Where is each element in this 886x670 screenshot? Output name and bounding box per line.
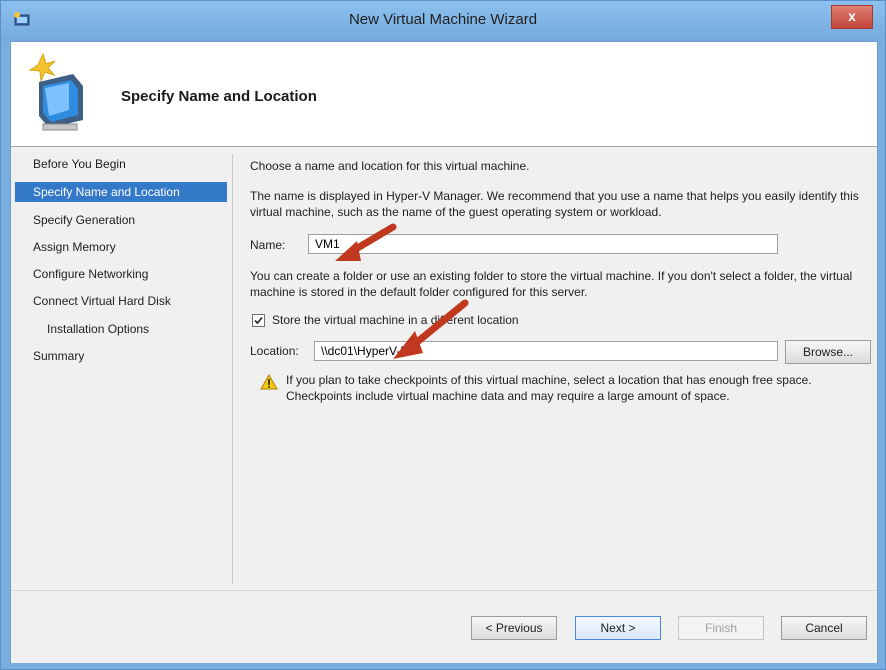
folder-help-text: You can create a folder or use an existi… [250, 269, 853, 299]
wizard-header: Specify Name and Location [11, 42, 877, 147]
finish-button: Finish [678, 616, 764, 640]
location-label: Location: [250, 344, 299, 358]
previous-button[interactable]: < Previous [471, 616, 557, 640]
window-title: New Virtual Machine Wizard [348, 11, 538, 28]
page-title: Specify Name and Location [121, 88, 317, 105]
location-input[interactable] [314, 341, 778, 361]
name-help-text: The name is displayed in Hyper-V Manager… [250, 189, 859, 219]
wizard-client-area: Specify Name and Location Before You Beg… [10, 41, 878, 663]
nav-item-connect-virtual-hard-disk[interactable]: Connect Virtual Hard Disk [15, 291, 227, 311]
nav-item-assign-memory[interactable]: Assign Memory [15, 237, 227, 257]
nav-item-summary[interactable]: Summary [15, 346, 227, 366]
store-different-location-checkbox[interactable] [252, 314, 265, 327]
warning-icon [260, 374, 278, 390]
store-different-location-label[interactable]: Store the virtual machine in a different… [272, 313, 519, 327]
nav-item-installation-options[interactable]: Installation Options [15, 319, 227, 339]
name-label: Name: [250, 238, 286, 252]
name-location-panel: Choose a name and location for this virt… [250, 148, 871, 588]
next-button[interactable]: Next > [575, 616, 661, 640]
wizard-footer: < Previous Next > Finish Cancel [11, 590, 877, 663]
close-icon: x [848, 8, 856, 24]
checkmark-icon [254, 316, 263, 325]
nav-item-before-you-begin[interactable]: Before You Begin [15, 154, 227, 174]
nav-item-specify-generation[interactable]: Specify Generation [15, 210, 227, 230]
intro-text: Choose a name and location for this virt… [250, 159, 530, 173]
nav-item-specify-name-and-location[interactable]: Specify Name and Location [15, 182, 227, 202]
wizard-steps-nav: Before You Begin Specify Name and Locati… [11, 148, 231, 588]
browse-button[interactable]: Browse... [785, 340, 871, 364]
title-bar[interactable]: New Virtual Machine Wizard x [1, 1, 885, 41]
checkpoint-warning-text: If you plan to take checkpoints of this … [286, 373, 812, 403]
cancel-button[interactable]: Cancel [781, 616, 867, 640]
wizard-window: New Virtual Machine Wizard x Specify Nam… [0, 0, 886, 670]
close-button[interactable]: x [831, 5, 873, 29]
new-vm-icon [28, 52, 83, 131]
name-input[interactable] [308, 234, 778, 254]
nav-divider [232, 154, 233, 584]
nav-item-configure-networking[interactable]: Configure Networking [15, 264, 227, 284]
